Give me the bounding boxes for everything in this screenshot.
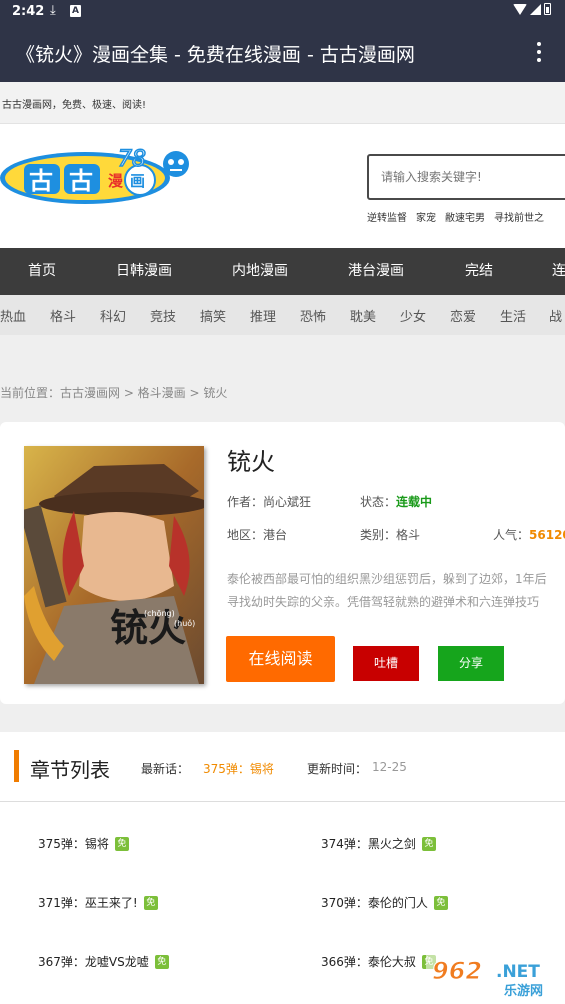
nav-japan-korea[interactable]: 日韩漫画 xyxy=(116,248,172,295)
section-accent-bar xyxy=(14,750,19,782)
watermark-suffix: .NET xyxy=(496,962,540,982)
status-time: 2:42 xyxy=(12,4,45,19)
share-button[interactable]: 分享 xyxy=(438,646,504,681)
logo-char-3: 漫 xyxy=(108,172,124,190)
site-logo[interactable]: 古 古 漫 画 78 xyxy=(0,144,200,206)
hotword-link[interactable]: 寻找前世之 xyxy=(494,209,544,224)
update-time-label: 更新时间： xyxy=(307,762,368,776)
chapter-item[interactable]: 375弹：锡将免 xyxy=(38,835,129,852)
chapter-item[interactable]: 374弹：黑火之剑免 xyxy=(321,835,436,852)
signal-icon xyxy=(530,3,541,15)
watermark-number: 962 xyxy=(432,957,482,985)
chapter-list-title: 章节列表 xyxy=(30,758,110,782)
genre-link[interactable]: 战 xyxy=(549,306,562,325)
genre-link[interactable]: 推理 xyxy=(250,306,276,325)
app-bar: 《铳火》漫画全集 - 免费在线漫画 - 古古漫画网 xyxy=(0,24,565,82)
genre-link[interactable]: 少女 xyxy=(400,306,426,325)
region-field: 地区：港台 xyxy=(227,528,288,542)
hot-keywords: 逆转监督 家宠 敝速宅男 寻找前世之 xyxy=(367,209,544,224)
nav-hk-tw[interactable]: 港台漫画 xyxy=(348,248,404,295)
genre-link[interactable]: 科幻 xyxy=(100,306,126,325)
genre-link[interactable]: 恋爱 xyxy=(450,306,476,325)
breadcrumb[interactable]: 当前位置：古古漫画网 > 格斗漫画 > 铳火 xyxy=(0,384,227,401)
category-field: 类别：格斗 xyxy=(360,528,421,542)
page-title: 《铳火》漫画全集 - 免费在线漫画 - 古古漫画网 xyxy=(16,44,415,66)
genre-link[interactable]: 搞笑 xyxy=(200,306,226,325)
logo-char-2: 古 xyxy=(69,167,93,195)
popularity-value: 56120 xyxy=(529,528,565,542)
free-badge: 免 xyxy=(114,836,129,851)
site-header: 古 古 漫 画 78 逆转监督 家宠 敝速宅男 寻找前世之 xyxy=(0,124,565,248)
nav-mainland[interactable]: 内地漫画 xyxy=(232,248,288,295)
chapter-item[interactable]: 366弹：泰伦大叔免 xyxy=(321,953,436,970)
chapter-list-header: 章节列表 最新话： 375弹：锡将 更新时间： 12-25 xyxy=(0,732,565,802)
genre-link[interactable]: 恐怖 xyxy=(300,306,326,325)
chapter-item[interactable]: 367弹：龙嘘VS龙嘘免 xyxy=(38,953,169,970)
comic-info-card: 铳火 (chōng) (huǒ) 铳火 作者：尚心斌狂 状态：连载中 地区：港台… xyxy=(0,422,565,704)
free-badge: 免 xyxy=(433,895,448,910)
comic-description: 泰伦被西部最可怕的组织黑沙组惩罚后，躲到了边郊，1年后 寻找幼时失踪的父亲。凭借… xyxy=(227,572,547,609)
cover-pinyin-2: (huǒ) xyxy=(174,618,195,628)
cover-pinyin-1: (chōng) xyxy=(144,609,175,618)
free-badge: 免 xyxy=(154,954,169,969)
chapter-item[interactable]: 371弹：巫王来了! 免 xyxy=(38,894,158,911)
main-nav: 首页 日韩漫画 内地漫画 港台漫画 完结 连 xyxy=(0,248,565,295)
search-box[interactable] xyxy=(367,154,565,200)
genre-link[interactable]: 格斗 xyxy=(50,306,76,325)
status-value: 连载中 xyxy=(396,495,433,509)
notification-a-icon: A xyxy=(70,5,81,17)
author-field: 作者：尚心斌狂 xyxy=(227,495,312,509)
search-input[interactable] xyxy=(369,156,565,198)
genre-nav: 热血 格斗 科幻 竞技 搞笑 推理 恐怖 耽美 少女 恋爱 生活 战 xyxy=(0,295,565,335)
genre-link[interactable]: 竞技 xyxy=(150,306,176,325)
site-slogan: 古古漫画网，免费、极速、阅读! xyxy=(2,100,147,111)
chapter-item[interactable]: 370弹：泰伦的门人免 xyxy=(321,894,448,911)
watermark-sub: 乐游网 xyxy=(504,983,543,999)
more-options-icon[interactable] xyxy=(529,40,549,64)
popularity-field: 人气：56120 xyxy=(493,526,565,543)
genre-link[interactable]: 热血 xyxy=(0,306,26,325)
battery-icon xyxy=(544,3,551,15)
wifi-icon xyxy=(513,3,527,15)
logo-number: 78 xyxy=(118,147,146,172)
latest-chapter-link[interactable]: 375弹：锡将 xyxy=(203,760,274,777)
hotword-link[interactable]: 敝速宅男 xyxy=(445,209,485,224)
status-bar: 2:42 ⤓ A xyxy=(0,0,565,24)
read-online-button[interactable]: 在线阅读 xyxy=(226,636,335,682)
comic-name: 铳火 xyxy=(227,448,275,476)
free-badge: 免 xyxy=(143,895,158,910)
site-watermark: 962 .NET 乐游网 xyxy=(426,953,562,999)
logo-char-4: 画 xyxy=(130,172,145,190)
logo-char-1: 古 xyxy=(29,167,53,195)
latest-label: 最新话： xyxy=(141,762,190,776)
nav-completed[interactable]: 完结 xyxy=(465,248,493,295)
comment-button[interactable]: 吐槽 xyxy=(353,646,419,681)
comic-cover-image[interactable]: 铳火 (chōng) (huǒ) xyxy=(24,446,204,684)
genre-link[interactable]: 生活 xyxy=(500,306,526,325)
nav-home[interactable]: 首页 xyxy=(28,248,56,295)
author-link[interactable]: 尚心斌狂 xyxy=(263,495,311,509)
free-badge: 免 xyxy=(421,836,436,851)
site-top-strip: 古古漫画网，免费、极速、阅读! xyxy=(0,82,565,124)
status-field: 状态：连载中 xyxy=(360,495,433,509)
hotword-link[interactable]: 逆转监督 xyxy=(367,209,407,224)
download-icon: ⤓ xyxy=(50,3,56,18)
update-time-value: 12-25 xyxy=(372,760,407,774)
hotword-link[interactable]: 家宠 xyxy=(416,209,436,224)
genre-link[interactable]: 耽美 xyxy=(350,306,376,325)
nav-serializing[interactable]: 连 xyxy=(552,248,565,295)
